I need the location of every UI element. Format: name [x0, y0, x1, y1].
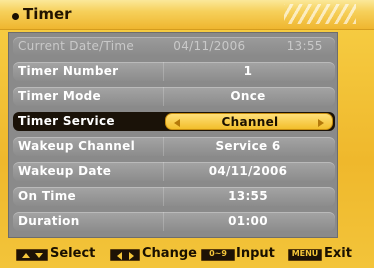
bullet-icon	[12, 13, 19, 20]
menu-key-text: MENU	[291, 249, 319, 258]
menu-key-icon: MENU	[288, 249, 322, 261]
row-label: Wakeup Channel	[18, 139, 135, 153]
divider	[163, 162, 164, 181]
row-value: Once	[230, 89, 266, 103]
row-value: 04/11/2006 13:55	[173, 39, 323, 53]
arrow-right-icon	[129, 252, 134, 260]
row-label: On Time	[18, 189, 76, 203]
row-label: Wakeup Date	[18, 164, 112, 178]
decorative-stripes	[284, 4, 356, 24]
divider	[163, 212, 164, 231]
number-key-icon: 0~9	[201, 249, 235, 261]
timer-screen: Timer Current Date/Time 04/11/2006 13:55…	[0, 0, 374, 268]
timer-service-selector[interactable]: Channel	[165, 113, 333, 130]
select-label: Select	[50, 246, 96, 261]
row-value: 04/11/2006	[208, 164, 288, 178]
row-wakeup-channel[interactable]: Wakeup Channel Service 6	[13, 137, 335, 156]
input-label: Input	[236, 246, 275, 261]
row-label: Duration	[18, 214, 80, 228]
row-value: 1	[243, 64, 253, 78]
row-label: Current Date/Time	[18, 39, 135, 53]
row-value: 01:00	[228, 214, 268, 228]
arrow-down-icon	[35, 253, 43, 258]
number-key-text: 0~9	[209, 249, 227, 258]
change-label: Change	[142, 246, 197, 261]
change-key-icon	[110, 249, 140, 261]
select-key-icon	[16, 249, 48, 261]
row-timer-number[interactable]: Timer Number 1	[13, 62, 335, 81]
row-duration[interactable]: Duration 01:00	[13, 212, 335, 231]
page-title: Timer	[23, 5, 72, 23]
row-label: Timer Mode	[18, 89, 101, 103]
row-value: Service 6	[215, 139, 281, 153]
exit-label: Exit	[324, 246, 352, 261]
arrow-right-icon[interactable]	[318, 119, 324, 127]
row-current-datetime: Current Date/Time 04/11/2006 13:55	[13, 37, 335, 56]
row-value: Channel	[221, 115, 279, 129]
timer-settings-panel: Current Date/Time 04/11/2006 13:55 Timer…	[8, 32, 338, 238]
row-label: Timer Number	[18, 64, 119, 78]
footer-help-bar: Select Change 0~9 Input MENU Exit	[0, 242, 374, 268]
row-wakeup-date[interactable]: Wakeup Date 04/11/2006	[13, 162, 335, 181]
row-timer-service[interactable]: Timer Service Channel	[13, 112, 335, 131]
divider	[163, 62, 164, 81]
title-bar: Timer	[0, 0, 374, 30]
divider	[163, 87, 164, 106]
row-on-time[interactable]: On Time 13:55	[13, 187, 335, 206]
divider	[163, 187, 164, 206]
row-label: Timer Service	[18, 114, 115, 128]
row-timer-mode[interactable]: Timer Mode Once	[13, 87, 335, 106]
arrow-left-icon	[117, 252, 122, 260]
arrow-up-icon	[22, 253, 30, 258]
row-value: 13:55	[228, 189, 268, 203]
divider	[163, 137, 164, 156]
